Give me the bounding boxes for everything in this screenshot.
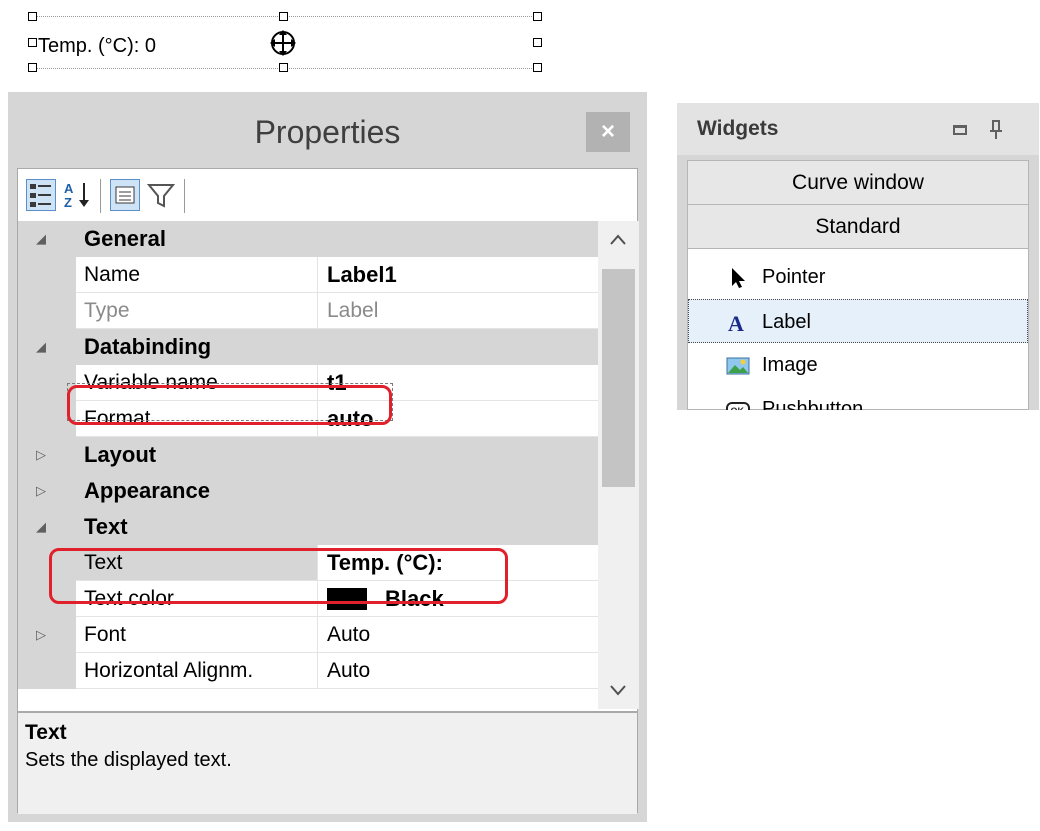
property-row-name[interactable]: Name Label1 <box>18 257 598 293</box>
scroll-up-icon[interactable] <box>607 229 629 251</box>
properties-panel: Properties × A Z ◢ General Name Label1 T… <box>8 92 647 822</box>
property-row-horizontal-alignment[interactable]: Horizontal Alignm. Auto <box>18 653 598 689</box>
row-gutter <box>18 293 76 329</box>
description-text: Sets the displayed text. <box>25 749 232 771</box>
scrollbar-thumb[interactable] <box>602 269 635 487</box>
row-gutter <box>18 653 76 689</box>
property-row-font[interactable]: ▷ Font Auto <box>18 617 598 653</box>
property-value-name[interactable]: Label1 <box>318 257 598 293</box>
category-layout[interactable]: ▷ Layout <box>18 437 598 473</box>
filter-icon[interactable] <box>146 179 176 211</box>
resize-handle-top-right[interactable] <box>533 12 542 21</box>
image-icon <box>726 357 750 375</box>
category-text[interactable]: ◢ Text <box>18 509 598 545</box>
pointer-arrow-icon <box>732 268 745 288</box>
restore-icon[interactable] <box>953 125 967 135</box>
highlight-variable-name <box>67 385 392 425</box>
resize-handle-top-left[interactable] <box>28 12 37 21</box>
categorized-icon[interactable] <box>26 179 56 211</box>
move-icon[interactable] <box>268 28 298 58</box>
category-label: Databinding <box>84 334 212 359</box>
property-value-font[interactable]: Auto <box>318 617 598 653</box>
category-label: Appearance <box>84 478 210 503</box>
collapse-triangle-icon[interactable]: ◢ <box>36 339 46 355</box>
canvas-label-text: Temp. (°C): 0 <box>38 35 157 57</box>
widget-item-label: Pushbutton <box>762 398 864 410</box>
properties-title: Properties <box>254 114 401 150</box>
widgets-panel: Widgets Curve window Standard Pointer A … <box>677 103 1039 410</box>
property-description: Text Sets the displayed text. <box>18 711 637 814</box>
svg-text:Z: Z <box>64 195 72 210</box>
svg-text:A: A <box>728 311 744 335</box>
resize-handle-middle-left[interactable] <box>28 38 37 47</box>
collapse-triangle-icon[interactable]: ◢ <box>36 231 46 247</box>
description-title: Text <box>25 721 67 744</box>
ok-button-icon: OK <box>726 402 750 410</box>
category-label: Layout <box>84 442 157 467</box>
category-appearance[interactable]: ▷ Appearance <box>18 473 598 509</box>
resize-handle-bottom-center[interactable] <box>279 63 288 72</box>
svg-text:A: A <box>64 181 74 196</box>
toolbar-separator <box>184 179 185 213</box>
property-name: Horizontal Alignm. <box>76 653 318 689</box>
category-general[interactable]: ◢ General <box>18 221 598 257</box>
expand-triangle-icon[interactable]: ▷ <box>36 627 46 643</box>
expand-triangle-icon[interactable]: ▷ <box>36 483 46 499</box>
property-name: Type <box>76 293 318 329</box>
property-value-horizontal-alignment[interactable]: Auto <box>318 653 598 689</box>
toolbar-separator <box>100 179 101 213</box>
property-grid-container: A Z ◢ General Name Label1 Type Label ◢ D… <box>17 168 639 814</box>
resize-handle-middle-right[interactable] <box>533 38 542 47</box>
resize-handle-top-center[interactable] <box>279 12 288 21</box>
widget-item-pointer[interactable]: Pointer <box>688 255 1028 299</box>
category-label: Text <box>84 514 128 539</box>
expand-triangle-icon[interactable]: ▷ <box>36 447 46 463</box>
pin-icon[interactable] <box>989 119 1003 141</box>
property-value-type: Label <box>318 293 598 329</box>
row-gutter <box>18 257 76 293</box>
widget-item-label: Label <box>762 311 811 333</box>
selected-label-widget[interactable]: Temp. (°C): 0 <box>28 12 542 72</box>
close-button[interactable]: × <box>586 112 630 152</box>
scroll-down-icon[interactable] <box>607 679 629 701</box>
resize-handle-bottom-right[interactable] <box>533 63 542 72</box>
svg-text:OK: OK <box>731 406 745 410</box>
category-label: General <box>84 226 166 251</box>
property-pages-icon[interactable] <box>110 179 140 211</box>
property-grid: ◢ General Name Label1 Type Label ◢ Datab… <box>18 221 598 709</box>
widgets-list: Curve window Standard Pointer A Label Im… <box>687 160 1029 410</box>
widgets-title-bar: Widgets <box>677 103 1039 155</box>
widget-group-curve-window[interactable]: Curve window <box>688 161 1028 205</box>
collapse-triangle-icon[interactable]: ◢ <box>36 519 46 535</box>
widget-item-label: Pointer <box>762 266 826 288</box>
row-gutter: ▷ <box>18 617 76 653</box>
widget-group-standard[interactable]: Standard <box>688 205 1028 249</box>
widgets-title: Widgets <box>697 117 779 140</box>
label-a-icon: A <box>728 311 744 335</box>
widget-item-label: Image <box>762 354 818 376</box>
property-row-type[interactable]: Type Label <box>18 293 598 329</box>
widget-item-pushbutton[interactable]: OK Pushbutton <box>688 387 1028 410</box>
alphabetical-sort-icon[interactable]: A Z <box>62 179 92 211</box>
property-name: Font <box>76 617 318 653</box>
resize-handle-bottom-left[interactable] <box>28 63 37 72</box>
property-name: Name <box>76 257 318 293</box>
widget-item-image[interactable]: Image <box>688 343 1028 387</box>
vertical-scrollbar[interactable] <box>598 221 639 709</box>
widget-item-label[interactable]: A Label <box>688 299 1028 343</box>
properties-toolbar: A Z <box>18 169 637 221</box>
category-databinding[interactable]: ◢ Databinding <box>18 329 598 365</box>
highlight-text <box>49 548 508 604</box>
